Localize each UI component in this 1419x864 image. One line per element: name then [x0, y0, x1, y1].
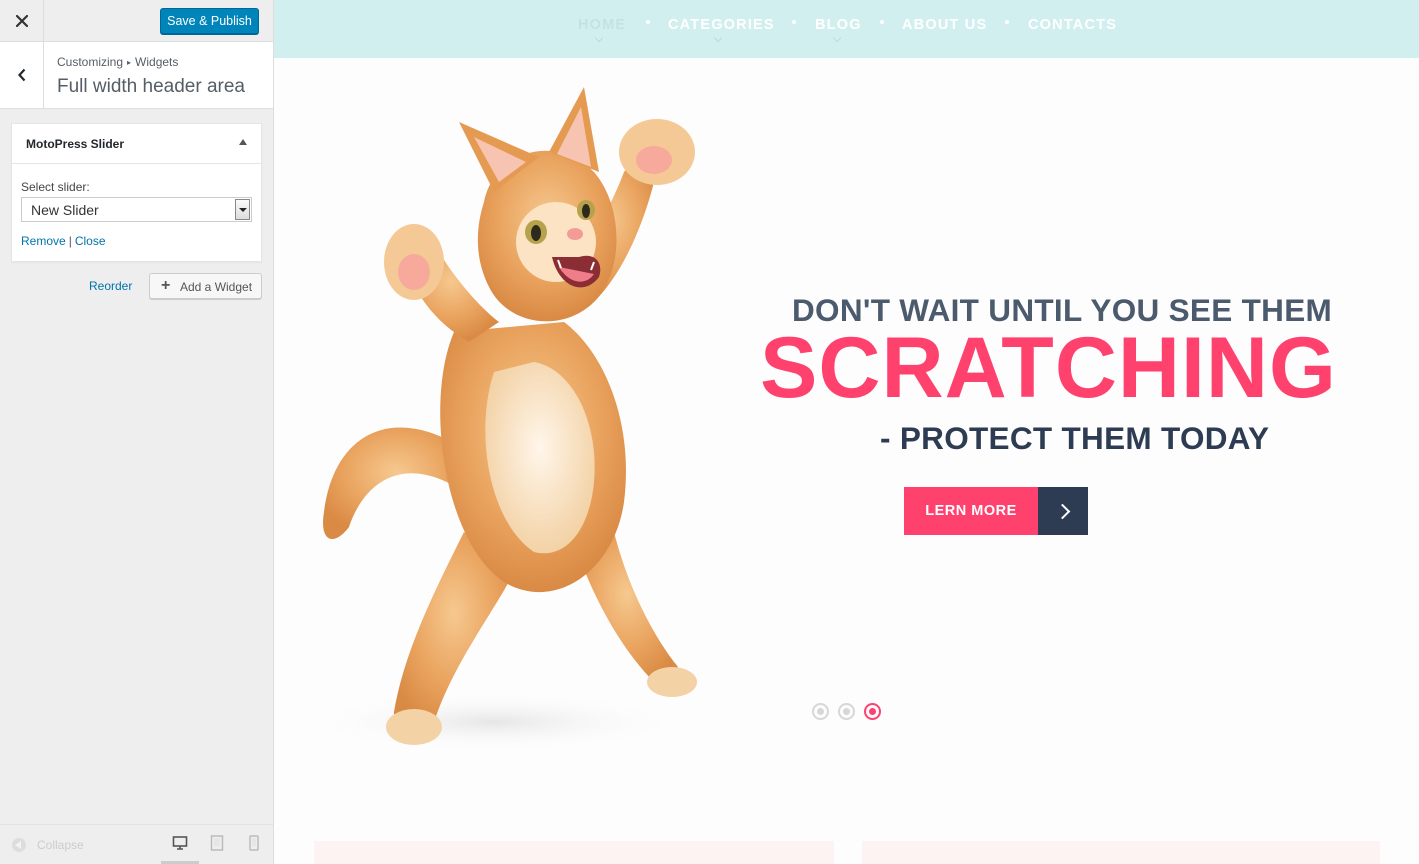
customizer-window: Save & Publish Customizing ▸ Widgets Full …: [0, 0, 1419, 864]
widget-title: MotoPress Slider: [26, 137, 125, 151]
chevron-left-icon: [17, 68, 25, 82]
customizer-footer: Collapse: [0, 824, 273, 864]
customizer-header: Save & Publish: [0, 0, 273, 42]
breadcrumb: Customizing ▸ Widgets: [57, 55, 178, 69]
reorder-link[interactable]: Reorder: [89, 279, 132, 293]
section-header: Customizing ▸ Widgets Full width header ar…: [0, 42, 273, 109]
breadcrumb-separator: ▸: [127, 58, 132, 67]
select-slider-label: Select slider:: [21, 180, 90, 194]
select-slider-value: New Slider: [31, 202, 99, 218]
slider-dot-2[interactable]: [838, 703, 855, 720]
nav-about-us[interactable]: ABOUT US: [902, 17, 987, 33]
slide-headline-line3: - PROTECT THEM TODAY: [880, 420, 1270, 456]
nav-separator-dot: [1005, 20, 1009, 24]
dropdown-arrow-icon[interactable]: [235, 199, 250, 220]
slider-dot-3-active[interactable]: [864, 703, 881, 720]
slider-pagination: [812, 703, 884, 721]
content-card-right: [862, 841, 1380, 864]
nav-separator-dot: [792, 20, 796, 24]
add-widget-label: Add a Widget: [180, 280, 253, 294]
home-dropdown-caret-icon: [594, 33, 604, 43]
collapse-sidebar-button[interactable]: Collapse: [37, 838, 84, 852]
widget-actions: Remove | Close: [21, 234, 106, 248]
nav-separator-dot: [880, 20, 884, 24]
site-preview: HOME CATEGORIES BLOG ABOUT US CONTACTS D…: [274, 0, 1419, 864]
nav-separator-dot: [646, 20, 650, 24]
blog-dropdown-caret-icon: [832, 33, 842, 43]
kitten-image: [304, 87, 697, 752]
tablet-icon[interactable]: [210, 835, 224, 851]
plus-icon: +: [161, 277, 171, 294]
links-separator: |: [68, 234, 72, 248]
nav-categories[interactable]: CATEGORIES: [668, 17, 775, 33]
section-title: Full width header area: [57, 76, 245, 97]
customizer-sidebar: Save & Publish Customizing ▸ Widgets Full …: [0, 0, 274, 864]
close-icon: [15, 15, 28, 27]
motopress-slider-widget: MotoPress Slider Select slider: New Slid…: [11, 123, 262, 262]
select-slider-dropdown[interactable]: New Slider: [21, 197, 252, 222]
learn-more-button[interactable]: LERN MORE: [904, 487, 1088, 535]
back-button[interactable]: [0, 42, 44, 108]
mobile-icon[interactable]: [249, 835, 259, 851]
nav-blog[interactable]: BLOG: [815, 17, 862, 33]
breadcrumb-root: Customizing: [57, 55, 124, 69]
breadcrumb-current: Widgets: [135, 55, 179, 69]
desktop-icon[interactable]: [172, 835, 188, 851]
site-navigation: HOME CATEGORIES BLOG ABOUT US CONTACTS: [274, 0, 1419, 58]
remove-widget-link[interactable]: Remove: [21, 234, 66, 248]
close-widget-link[interactable]: Close: [75, 234, 106, 248]
nav-home[interactable]: HOME: [578, 17, 626, 33]
slider-dot-1[interactable]: [812, 703, 829, 720]
slide-headline-main: SCRATCHING: [760, 320, 1337, 416]
content-card-left: [314, 841, 834, 864]
widget-header[interactable]: MotoPress Slider: [12, 124, 261, 164]
categories-dropdown-caret-icon: [713, 33, 723, 43]
chevron-right-icon: [1038, 487, 1088, 535]
collapse-arrow-icon[interactable]: [12, 838, 26, 852]
add-widget-button[interactable]: + Add a Widget: [149, 273, 262, 299]
close-customizer-button[interactable]: [0, 0, 44, 42]
nav-contacts[interactable]: CONTACTS: [1028, 17, 1117, 33]
collapse-arrow-up-icon[interactable]: [239, 139, 247, 145]
save-publish-button[interactable]: Save & Publish: [160, 8, 259, 34]
learn-more-label: LERN MORE: [904, 487, 1038, 535]
